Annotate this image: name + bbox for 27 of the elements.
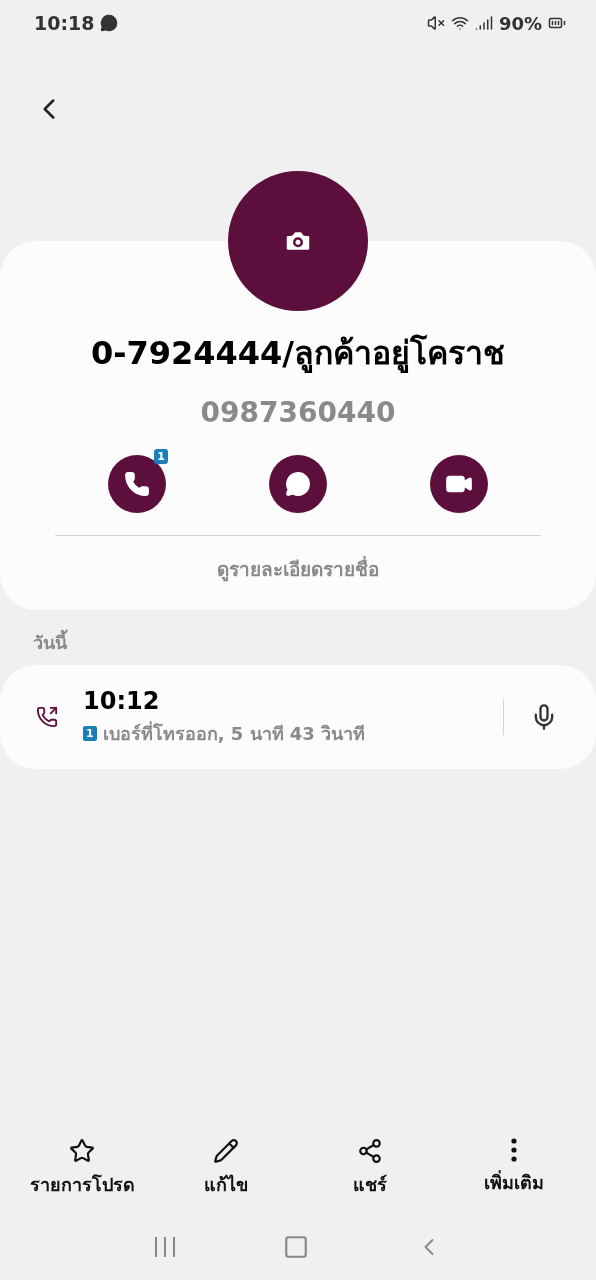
sim-badge: 1 bbox=[154, 449, 168, 464]
message-button[interactable] bbox=[269, 455, 327, 513]
mute-icon bbox=[426, 14, 445, 32]
sim-badge: 1 bbox=[83, 725, 97, 741]
signal-icon bbox=[474, 14, 493, 32]
chat-bubble-icon bbox=[285, 471, 311, 497]
more-icon bbox=[511, 1138, 517, 1162]
section-header: วันนี้ bbox=[0, 610, 596, 665]
pencil-icon bbox=[213, 1138, 239, 1164]
call-time: 10:12 bbox=[83, 686, 161, 715]
phone-icon bbox=[124, 471, 150, 497]
share-button[interactable]: แชร์ bbox=[300, 1137, 440, 1200]
contact-name: 0-7924444/ลูกค้าอยู่โคราช bbox=[90, 333, 506, 375]
edit-button[interactable]: แก้ไข bbox=[156, 1137, 296, 1200]
phone-number: 0987360440 bbox=[200, 396, 396, 429]
more-button[interactable]: เพิ่มเติม bbox=[444, 1137, 584, 1200]
call-description: เบอร์ที่โทรออก, 5 นาที 43 วินาที bbox=[102, 720, 366, 746]
battery-percent: 90% bbox=[498, 12, 542, 34]
outgoing-call-icon bbox=[36, 706, 58, 728]
wifi-icon bbox=[450, 14, 469, 32]
star-icon bbox=[69, 1138, 95, 1164]
status-time: 10:18 bbox=[34, 12, 95, 34]
chat-bubble-icon bbox=[100, 14, 119, 32]
video-call-button[interactable] bbox=[430, 455, 488, 513]
favorite-button[interactable]: รายการโปรด bbox=[12, 1137, 152, 1200]
share-icon bbox=[357, 1138, 383, 1164]
call-log-item[interactable]: 10:12 1 เบอร์ที่โทรออก, 5 นาที 43 วินาที bbox=[0, 665, 596, 769]
